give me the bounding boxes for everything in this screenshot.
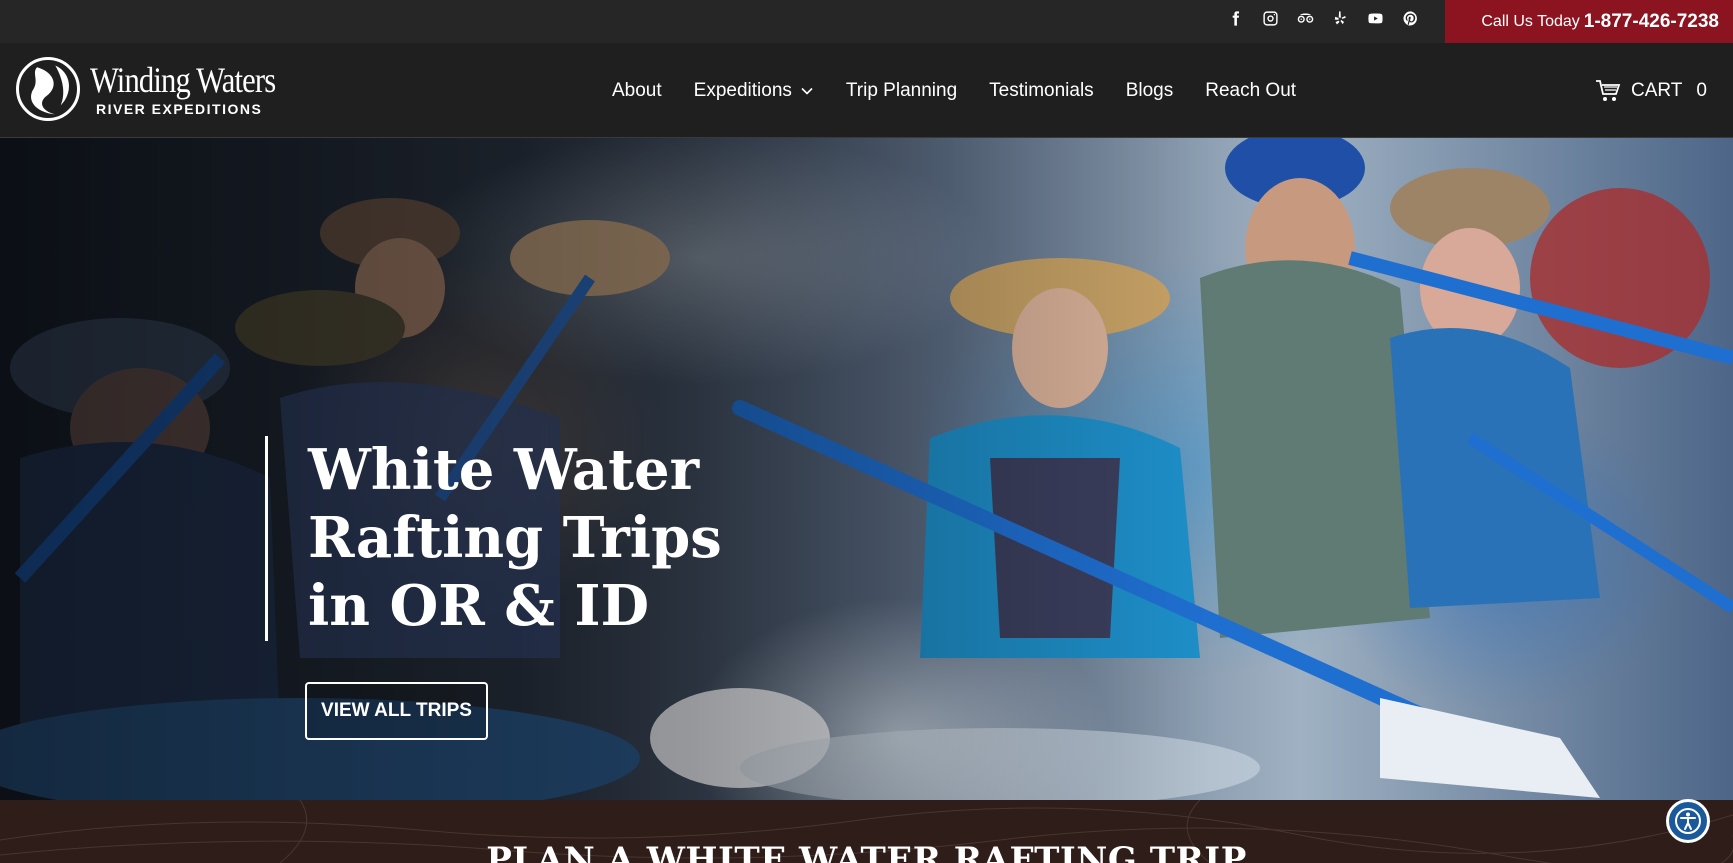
hero-accent-line [265, 436, 268, 641]
social-links [1218, 0, 1428, 36]
view-all-trips-button[interactable]: VIEW ALL TRIPS [305, 682, 488, 740]
plan-section: PLAN A WHITE WATER RAFTING TRIP [0, 800, 1733, 863]
accessibility-icon [1675, 808, 1701, 834]
nav-item-expeditions[interactable]: Expeditions [694, 80, 814, 102]
instagram-icon[interactable] [1253, 0, 1288, 36]
nav-item-label: Testimonials [989, 79, 1094, 101]
nav-item-label: About [612, 79, 662, 101]
chevron-down-icon [801, 87, 813, 95]
cart-button[interactable]: CART 0 [1595, 43, 1707, 138]
hero-section: White Water Rafting Trips in OR & ID VIE… [0, 138, 1733, 800]
top-bar: Call Us Today 1-877-426-7238 [0, 0, 1733, 43]
nav-item-trip-planning[interactable]: Trip Planning [846, 80, 957, 102]
pinterest-icon[interactable] [1393, 0, 1428, 36]
logo[interactable]: Winding Waters RIVER EXPEDITIONS [16, 57, 276, 123]
cart-label: CART [1631, 79, 1683, 101]
nav-item-reach-out[interactable]: Reach Out [1205, 80, 1296, 102]
logo-name: Winding Waters [90, 60, 276, 100]
facebook-icon[interactable] [1218, 0, 1253, 36]
accessibility-button[interactable] [1666, 799, 1710, 843]
cart-count: 0 [1696, 79, 1707, 101]
nav-item-about[interactable]: About [612, 80, 662, 102]
hero-overlay [0, 138, 1733, 800]
phone-number[interactable]: 1-877-426-7238 [1584, 11, 1719, 33]
nav-item-testimonials[interactable]: Testimonials [989, 80, 1094, 102]
hero-title: White Water Rafting Trips in OR & ID [308, 437, 722, 639]
cart-icon [1596, 79, 1621, 101]
plan-title: PLAN A WHITE WATER RAFTING TRIP [486, 840, 1247, 863]
call-label: Call Us Today [1481, 12, 1580, 30]
nav-item-label: Reach Out [1205, 79, 1297, 101]
nav-item-blogs[interactable]: Blogs [1126, 80, 1174, 102]
yelp-icon[interactable] [1323, 0, 1358, 36]
youtube-icon[interactable] [1358, 0, 1393, 36]
nav-item-label: Blogs [1125, 79, 1174, 101]
main-nav: Winding Waters RIVER EXPEDITIONS About E… [0, 43, 1733, 138]
nav-item-label: Expeditions [693, 79, 792, 101]
logo-subtitle: RIVER EXPEDITIONS [96, 101, 263, 117]
nav-item-label: Trip Planning [845, 79, 958, 101]
logo-icon [16, 57, 80, 121]
tripadvisor-icon[interactable] [1288, 0, 1323, 36]
nav-menu: About Expeditions Trip Planning Testimon… [596, 43, 1312, 138]
call-us-box[interactable]: Call Us Today 1-877-426-7238 [1445, 0, 1733, 43]
